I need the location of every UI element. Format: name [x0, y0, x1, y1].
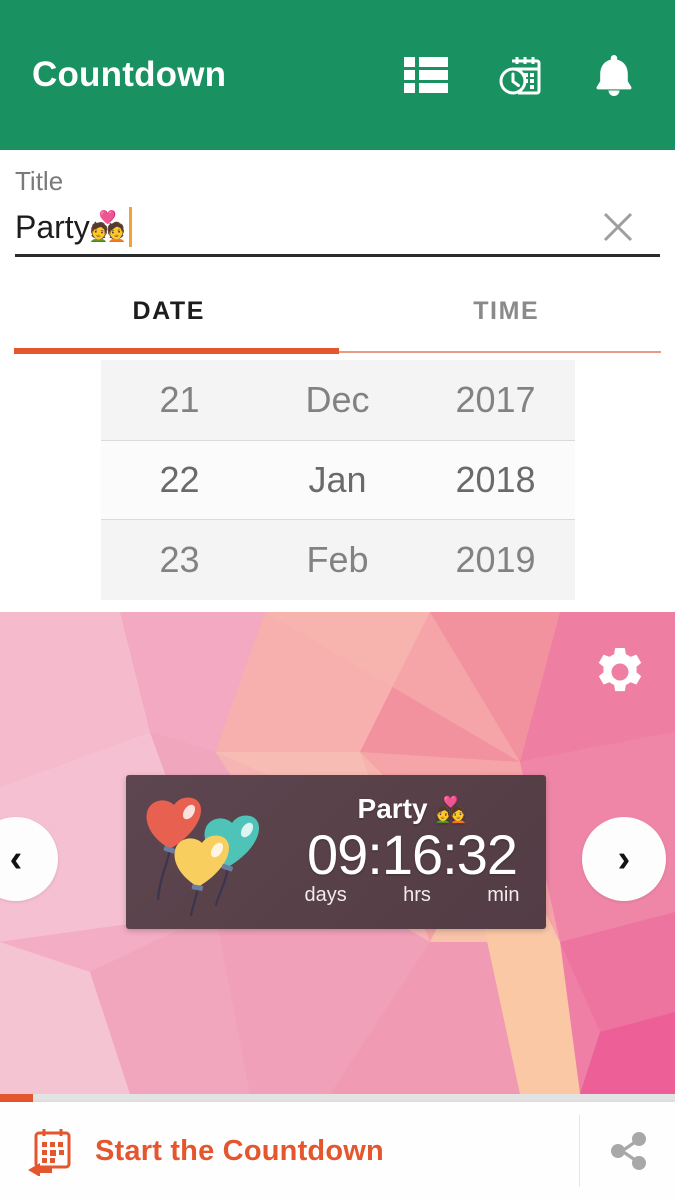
text-caret: [128, 207, 132, 247]
tab-indicator: [14, 348, 339, 354]
share-icon: [610, 1132, 646, 1170]
title-label: Title: [15, 166, 64, 196]
calendar-back-icon: [28, 1129, 71, 1176]
month-option-previous[interactable]: Dec: [258, 360, 417, 440]
heart-balloons-icon: [146, 797, 260, 917]
chevron-right-icon: ›: [617, 838, 631, 880]
tab-bar: DATE TIME: [0, 275, 675, 353]
progress-bar-fill: [0, 1094, 33, 1102]
page-title: Countdown: [32, 55, 227, 94]
widget-couple-emoji: 💑: [435, 796, 467, 824]
app-bar: Countdown: [0, 0, 675, 150]
unit-hours: hrs: [403, 884, 431, 906]
day-option-selected[interactable]: 22: [100, 440, 259, 520]
countdown-widget[interactable]: Party 💑 09:16:32 days hrs min: [126, 775, 546, 929]
bottom-bar: Start the Countdown: [0, 1102, 675, 1200]
list-view-icon[interactable]: [403, 52, 449, 98]
gear-icon[interactable]: [587, 639, 653, 705]
month-option-next[interactable]: Feb: [258, 520, 417, 600]
couple-with-heart-emoji: 💑: [89, 210, 126, 243]
unit-minutes: min: [487, 884, 520, 906]
title-field-area: Title Party 💑: [0, 150, 675, 265]
day-wheel[interactable]: 21 22 23: [100, 360, 259, 610]
share-button[interactable]: [580, 1102, 675, 1200]
app-bar-actions: [403, 52, 645, 98]
chevron-left-icon: ‹: [9, 838, 23, 880]
year-option-selected[interactable]: 2018: [416, 440, 575, 520]
widget-unit-labels: days hrs min: [305, 884, 520, 907]
app-screen: Countdown Title Party 💑 DATE TIME 21 22 …: [0, 0, 675, 1200]
widget-preview-area: ‹ › Party 💑 09:16:32 days hrs min: [0, 612, 675, 1094]
year-option-previous[interactable]: 2017: [416, 360, 575, 440]
date-picker: 21 22 23 Dec Jan Feb 2017 2018 2019: [0, 360, 675, 610]
title-input-row[interactable]: Party 💑: [15, 202, 660, 252]
widget-title: Party 💑: [358, 793, 467, 825]
unit-days: days: [304, 884, 347, 906]
calendar-clock-icon[interactable]: [497, 52, 543, 98]
widget-countdown-time: 09:16:32: [307, 823, 518, 886]
tab-time[interactable]: TIME: [338, 275, 675, 353]
widget-title-text: Party: [357, 793, 436, 824]
title-input-value: Party: [15, 209, 90, 245]
day-option-previous[interactable]: 21: [100, 360, 259, 440]
title-underline: [15, 254, 660, 257]
year-option-next[interactable]: 2019: [416, 520, 575, 600]
tab-date[interactable]: DATE: [0, 275, 338, 353]
widget-content: Party 💑 09:16:32 days hrs min: [278, 775, 546, 929]
bell-icon[interactable]: [591, 52, 637, 98]
day-option-next[interactable]: 23: [100, 520, 259, 600]
month-wheel[interactable]: Dec Jan Feb: [258, 360, 417, 610]
year-wheel[interactable]: 2017 2018 2019: [416, 360, 575, 610]
close-icon[interactable]: [598, 207, 638, 247]
progress-bar: [0, 1094, 675, 1102]
next-widget-button[interactable]: ›: [582, 817, 666, 901]
month-option-selected[interactable]: Jan: [258, 440, 417, 520]
title-input[interactable]: Party 💑: [15, 207, 132, 247]
start-countdown-label: Start the Countdown: [95, 1134, 384, 1167]
start-countdown-button[interactable]: Start the Countdown: [0, 1102, 579, 1200]
